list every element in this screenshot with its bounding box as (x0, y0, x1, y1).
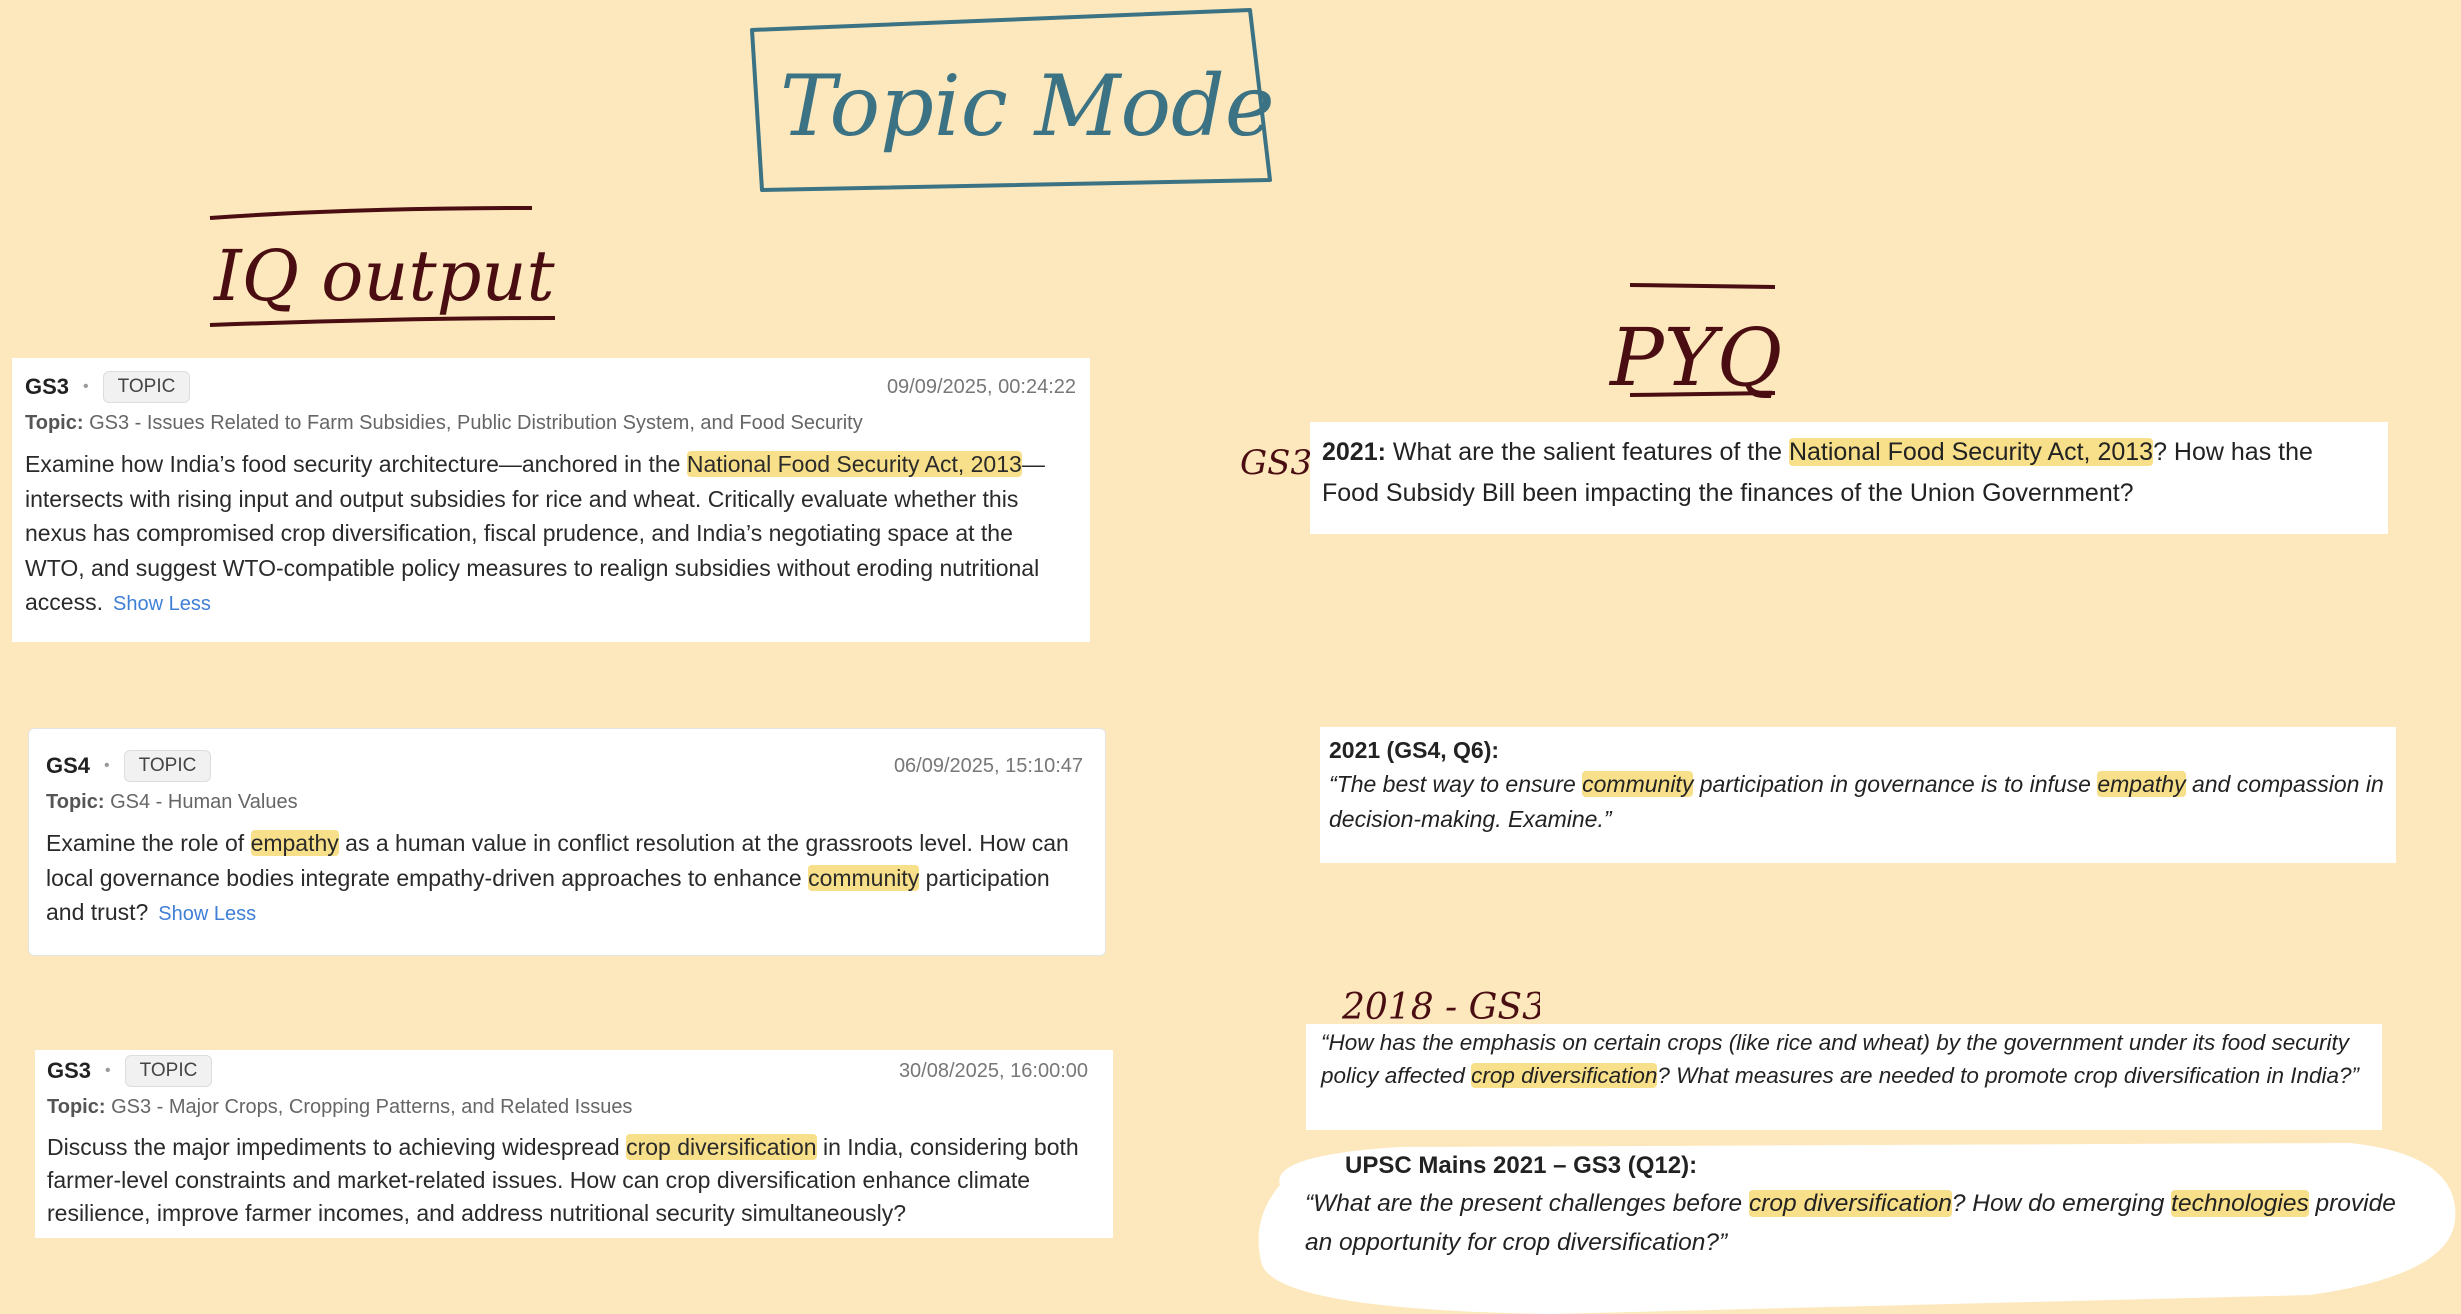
highlight: empathy (250, 830, 339, 856)
topic-line: Topic: GS3 - Major Crops, Cropping Patte… (47, 1096, 1088, 1119)
pyq-card-2: 2021 (GS4, Q6): “The best way to ensure … (1320, 727, 2396, 863)
pyq-year: 2021: (1322, 438, 1386, 466)
topic-label: Topic: (46, 791, 105, 813)
pyq-header: 2021 (GS4, Q6): (1329, 737, 1500, 763)
topic-line: Topic: GS3 - Issues Related to Farm Subs… (25, 412, 1076, 435)
topic-text: GS4 - Human Values (110, 791, 298, 813)
highlight: community (808, 864, 920, 891)
iq-card-2: GS4 • TOPIC 06/09/2025, 15:10:47 Topic: … (28, 728, 1106, 956)
highlight: National Food Security Act, 2013 (1788, 438, 2154, 466)
timestamp: 30/08/2025, 16:00:00 (898, 1060, 1088, 1082)
gs3-margin-note: GS3 (1240, 443, 1312, 483)
highlight: empathy (2097, 771, 2186, 797)
pyq-question: “How has the emphasis on certain crops (… (1321, 1026, 2370, 1092)
topic-text: GS3 - Issues Related to Farm Subsidies, … (89, 412, 863, 434)
svg-text:IQ output: IQ output (212, 235, 556, 317)
highlight: crop diversification (626, 1134, 817, 1160)
title-annotation: Topic Mode (750, 8, 1275, 192)
card-header: GS3 • TOPIC 30/08/2025, 16:00:00 (47, 1054, 1088, 1088)
timestamp: 06/09/2025, 15:10:47 (893, 755, 1083, 777)
question-part: Discuss the major impediments to achievi… (47, 1134, 627, 1160)
question-part: Examine how India’s food security archit… (25, 451, 687, 477)
question-part: participation in governance is to infuse (1693, 771, 2098, 797)
svg-text:PYQ: PYQ (1608, 311, 1782, 404)
highlight: community (1582, 771, 1694, 797)
topic-text: GS3 - Major Crops, Cropping Patterns, an… (111, 1096, 633, 1118)
highlight: crop diversification (1471, 1063, 1658, 1088)
highlight: National Food Security Act, 2013 (686, 451, 1022, 477)
pyq-card-3: “How has the emphasis on certain crops (… (1306, 1024, 2382, 1130)
question-text: Discuss the major impediments to achievi… (47, 1131, 1088, 1230)
highlight: crop diversification (1748, 1190, 1952, 1217)
paper-code: GS3 (25, 374, 70, 399)
question-part: “What are the present challenges before (1305, 1190, 1749, 1217)
pyq-question: 2021: What are the salient features of t… (1322, 432, 2376, 514)
topic-label: Topic: (25, 412, 84, 434)
question-part: ? How do emerging (1951, 1190, 2172, 1217)
question-text: Examine the role of empathy as a human v… (46, 826, 1083, 932)
topic-tag: TOPIC (124, 1055, 213, 1087)
question-part: ? What measures are needed to promote cr… (1657, 1063, 2360, 1088)
separator-dot: • (83, 378, 89, 395)
question-part: What are the salient features of the (1385, 438, 1789, 466)
paper-code: GS3 (47, 1058, 92, 1083)
iq-card-3: GS3 • TOPIC 30/08/2025, 16:00:00 Topic: … (35, 1050, 1113, 1238)
svg-text:Topic Mode: Topic Mode (780, 57, 1275, 155)
paper-code: GS4 (46, 753, 91, 778)
pyq-question: “What are the present challenges before … (1305, 1184, 2403, 1262)
pyq-card-1: 2021: What are the salient features of t… (1310, 422, 2388, 534)
question-part: Examine the role of (46, 830, 251, 856)
pyq-card-4: UPSC Mains 2021 – GS3 (Q12): “What are t… (1305, 1148, 2403, 1278)
pyq-header: UPSC Mains 2021 – GS3 (Q12): (1345, 1152, 1698, 1179)
question-part: “The best way to ensure (1329, 771, 1583, 797)
pyq-question: “The best way to ensure community partic… (1329, 767, 2384, 837)
topic-label: Topic: (47, 1096, 106, 1118)
svg-text:GS3: GS3 (1240, 443, 1312, 483)
topic-tag: TOPIC (102, 371, 191, 403)
show-less-link[interactable]: Show Less (158, 903, 256, 925)
pyq-annotation: PYQ (1608, 283, 1782, 404)
card-header: GS4 • TOPIC 06/09/2025, 15:10:47 (46, 749, 1083, 783)
separator-dot: • (104, 757, 110, 774)
svg-text:2018 - GS3: 2018 - GS3 (1341, 987, 1540, 1028)
topic-tag: TOPIC (123, 750, 212, 782)
show-less-link[interactable]: Show Less (113, 593, 211, 615)
card-header: GS3 • TOPIC 09/09/2025, 00:24:22 (25, 370, 1076, 404)
highlight: technologies (2171, 1190, 2309, 1217)
iq-output-annotation: IQ output (209, 206, 556, 327)
timestamp: 09/09/2025, 00:24:22 (886, 376, 1076, 398)
topic-line: Topic: GS4 - Human Values (46, 791, 1083, 814)
question-text: Examine how India’s food security archit… (25, 447, 1076, 622)
separator-dot: • (105, 1062, 111, 1079)
iq-card-1: GS3 • TOPIC 09/09/2025, 00:24:22 Topic: … (12, 358, 1090, 642)
